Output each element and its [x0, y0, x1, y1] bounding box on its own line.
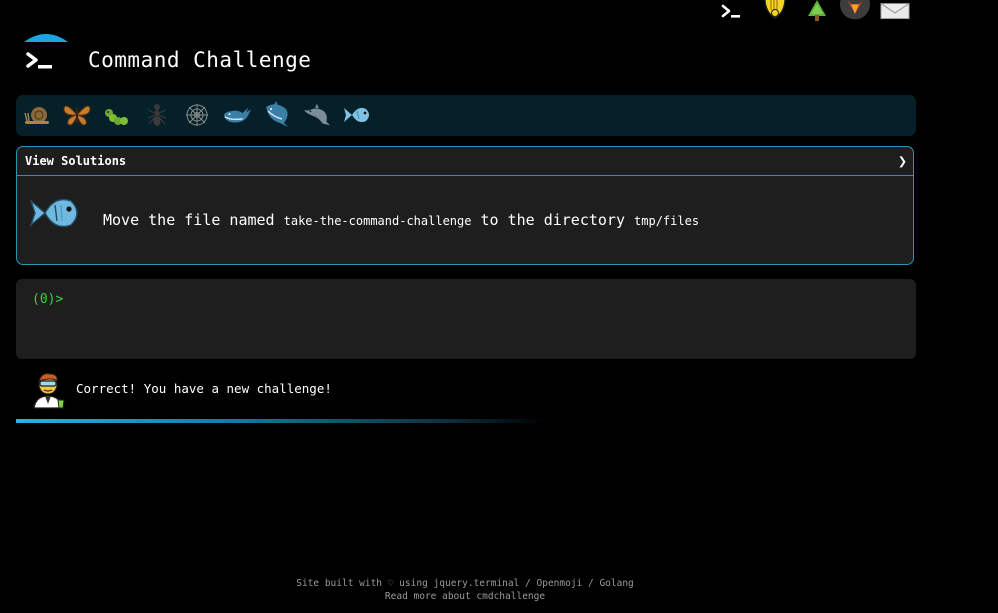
scientist-avatar-icon	[28, 368, 68, 410]
ant-icon[interactable]	[142, 100, 172, 130]
chevron-right-icon: ❯	[897, 152, 907, 170]
jquery-terminal-link[interactable]: jquery.terminal	[434, 578, 520, 589]
fish-icon	[27, 191, 83, 235]
dolphin-icon[interactable]	[302, 100, 332, 130]
terminal-prompt: (0)>	[32, 292, 64, 307]
footer-separator: /	[582, 578, 600, 589]
task-filename: take-the-command-challenge	[283, 214, 472, 228]
openmoji-link[interactable]: Openmoji	[537, 578, 583, 589]
challenge-panel: View Solutions ❯ Move the file named tak…	[16, 146, 914, 265]
footer-read-more: Read more about cmdchallenge	[0, 591, 930, 602]
progress-bar	[16, 419, 546, 423]
logo[interactable]	[22, 32, 70, 80]
fish-icon[interactable]	[342, 100, 372, 130]
spider-web-icon[interactable]	[182, 100, 212, 130]
challenge-level-bar	[16, 95, 916, 136]
terminal-icon[interactable]	[716, 0, 746, 22]
page: Command Challenge View Solutions ❯ Move …	[0, 0, 998, 613]
read-more-link[interactable]: Read more about cmdchallenge	[385, 591, 545, 602]
footer-text: Site built with ♡ using	[296, 578, 428, 589]
footer-separator: /	[519, 578, 537, 589]
hand-medal-icon[interactable]	[760, 0, 790, 22]
task-text: to the directory	[480, 211, 626, 229]
butterfly-icon[interactable]	[62, 100, 92, 130]
page-title: Command Challenge	[88, 48, 312, 72]
view-solutions-toggle[interactable]: View Solutions ❯	[17, 147, 913, 176]
task-text: Move the file named	[103, 211, 275, 229]
terminal-input-area[interactable]: (0)>	[16, 279, 916, 359]
task-directory: tmp/files	[634, 214, 700, 228]
tree-icon[interactable]	[802, 0, 832, 22]
shark-icon[interactable]	[262, 100, 292, 130]
caterpillar-icon[interactable]	[102, 100, 132, 130]
feedback-message: Correct! You have a new challenge!	[76, 381, 332, 396]
view-solutions-label: View Solutions	[25, 154, 127, 168]
footer-credits: Site built with ♡ using jquery.terminal …	[0, 578, 930, 589]
terminal-umbrella-icon	[24, 34, 68, 69]
snail-icon[interactable]	[22, 100, 52, 130]
challenge-task: Move the file named take-the-command-cha…	[103, 211, 699, 229]
envelope-icon[interactable]	[880, 0, 910, 22]
gitlab-fox-icon[interactable]	[840, 0, 870, 22]
golang-link[interactable]: Golang	[599, 578, 633, 589]
whale-icon[interactable]	[222, 100, 252, 130]
